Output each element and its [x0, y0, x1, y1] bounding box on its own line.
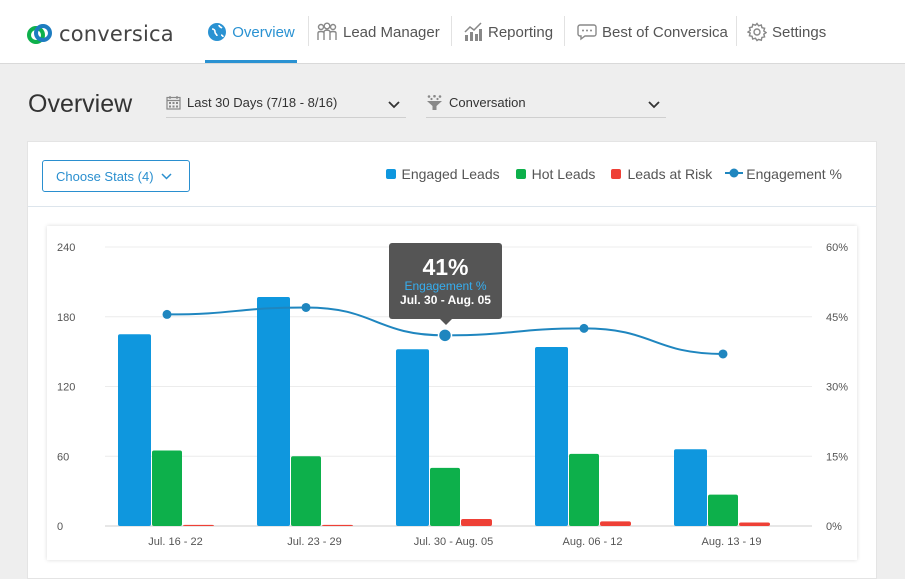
engagement-point: [162, 309, 172, 319]
date-range-value: Last 30 Days (7/18 - 8/16): [187, 95, 338, 110]
legend-swatch: [385, 169, 396, 179]
chart-tooltip: 41% Engagement % Jul. 30 - Aug. 05: [389, 243, 502, 326]
conversation-type-dropdown[interactable]: Conversation: [426, 88, 666, 118]
nav-settings[interactable]: Settings: [747, 0, 826, 64]
legend-hot-leads[interactable]: Hot Leads: [515, 166, 596, 182]
chevron-down-icon: [161, 172, 172, 180]
y-left-tick-label: 0: [57, 521, 63, 533]
y-right-tick-label: 0%: [826, 521, 842, 533]
nav-label: Reporting: [488, 23, 554, 41]
legend-label: Hot Leads: [531, 166, 596, 182]
nav-divider: [736, 16, 737, 46]
engagement-point: [301, 302, 311, 312]
legend-line-swatch: [724, 166, 744, 182]
y-right-tick-label: 60%: [826, 242, 848, 254]
globe-icon: [207, 22, 227, 42]
nav-divider: [451, 16, 452, 46]
nav-divider: [308, 16, 309, 46]
y-left-tick-label: 120: [57, 382, 75, 394]
bar-leads-at-risk: [183, 524, 214, 526]
bar-hot-leads: [430, 467, 460, 526]
bar-hot-leads: [291, 456, 321, 526]
engagement-point: [718, 349, 728, 359]
choose-stats-label: Choose Stats (4): [56, 168, 154, 184]
funnel-icon: [426, 95, 443, 110]
chat-bubble-icon: [577, 23, 597, 41]
legend-label: Engaged Leads: [401, 166, 500, 182]
conversica-logo[interactable]: conversica: [26, 20, 174, 48]
bar-leads-at-risk: [739, 522, 770, 526]
legend-leads-at-risk[interactable]: Leads at Risk: [611, 166, 712, 182]
legend-label: Engagement %: [746, 166, 842, 182]
y-left-tick-label: 180: [57, 312, 75, 324]
nav-label: Best of Conversica: [602, 23, 728, 41]
y-right-tick-label: 15%: [826, 451, 848, 463]
legend-engagement-pct[interactable]: Engagement %: [724, 166, 842, 182]
nav-divider: [564, 16, 565, 46]
people-icon: [316, 22, 338, 42]
legend-label: Leads at Risk: [627, 166, 713, 182]
x-tick-label: Jul. 23 - 29: [287, 536, 341, 548]
bar-hot-leads: [708, 494, 738, 526]
x-tick-label: Jul. 16 - 22: [148, 536, 202, 548]
legend-swatch: [611, 169, 622, 179]
tooltip-value: 41%: [422, 254, 469, 281]
y-left-tick-label: 240: [57, 242, 75, 254]
legend-swatch: [515, 169, 526, 179]
bar-leads-at-risk: [461, 519, 492, 526]
x-tick-label: Aug. 06 - 12: [563, 536, 623, 548]
gear-icon: [747, 22, 767, 42]
engagement-chart: 0 0% 60 15% 120 30% 180 45% 240 60% Jul. 16 - 22 Ju…: [47, 226, 857, 560]
engagement-point: [579, 323, 589, 333]
overview-card: Choose Stats (4) Engaged Leads Hot Leads…: [27, 141, 877, 579]
bar-engaged-leads: [674, 449, 707, 526]
conversation-type-value: Conversation: [449, 95, 526, 110]
y-right-tick-label: 30%: [826, 382, 848, 394]
choose-stats-button[interactable]: Choose Stats (4): [42, 160, 190, 192]
nav-overview[interactable]: Overview: [205, 0, 297, 64]
nav-label: Overview: [232, 23, 295, 41]
active-tab-indicator: [205, 60, 297, 63]
nav-lead-manager[interactable]: Lead Manager: [316, 0, 440, 64]
nav-best-of-conversica[interactable]: Best of Conversica: [577, 0, 728, 64]
y-left-tick-label: 60: [57, 451, 69, 463]
engagement-point-highlighted: [437, 328, 453, 343]
top-nav-bar: conversica Overview Lead Manager Reporti…: [0, 0, 905, 64]
chart-icon: [463, 22, 483, 42]
legend-engaged-leads[interactable]: Engaged Leads: [385, 166, 500, 182]
bar-hot-leads: [569, 453, 599, 526]
bar-leads-at-risk: [600, 521, 631, 526]
date-range-dropdown[interactable]: Last 30 Days (7/18 - 8/16): [166, 88, 406, 118]
nav-label: Settings: [772, 23, 827, 41]
bar-engaged-leads: [535, 346, 568, 526]
card-divider: [28, 206, 876, 207]
bar-leads-at-risk: [322, 524, 353, 526]
calendar-icon: [166, 95, 181, 110]
logo-mark-icon: [27, 24, 52, 44]
chart-legend: Engaged Leads Hot Leads Leads at Risk En…: [370, 166, 842, 182]
bar-engaged-leads: [118, 334, 151, 526]
x-tick-label: Aug. 13 - 19: [702, 536, 762, 548]
tooltip-range: Jul. 30 - Aug. 05: [400, 293, 491, 308]
chevron-down-icon: [648, 97, 660, 112]
bar-hot-leads: [152, 450, 182, 526]
y-right-tick-label: 45%: [826, 312, 848, 324]
nav-label: Lead Manager: [343, 23, 440, 41]
bar-engaged-leads: [257, 296, 290, 526]
bar-engaged-leads: [396, 349, 429, 526]
nav-reporting[interactable]: Reporting: [463, 0, 553, 64]
x-tick-label: Jul. 30 - Aug. 05: [414, 536, 494, 548]
brand-name: conversica: [59, 22, 174, 46]
page-title: Overview: [28, 90, 133, 118]
chevron-down-icon: [388, 97, 400, 112]
tooltip-label: Engagement %: [404, 279, 487, 294]
